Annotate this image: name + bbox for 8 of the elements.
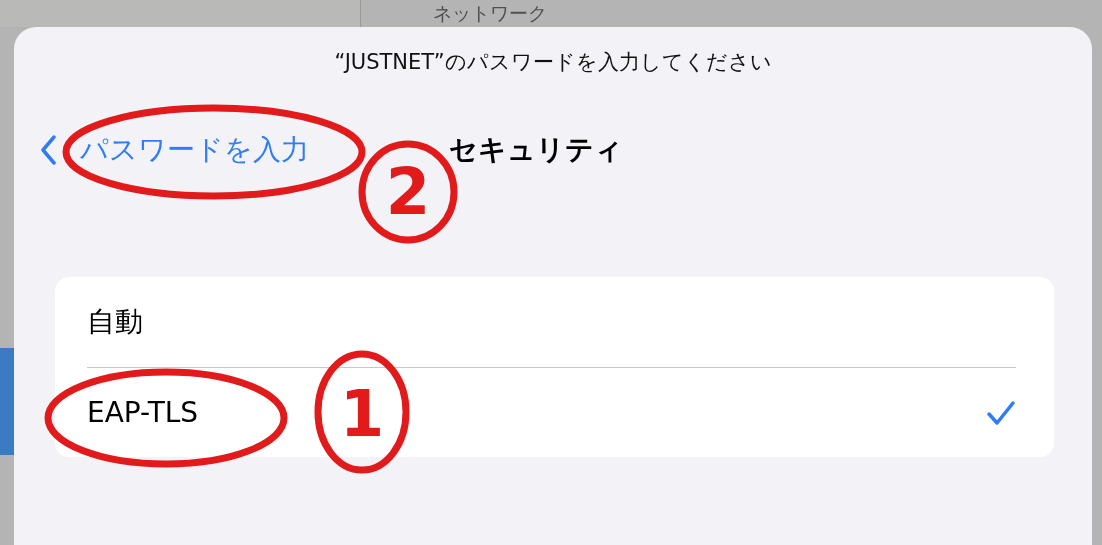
option-label[interactable]: EAP-TLS bbox=[87, 398, 199, 427]
option-label[interactable]: 自動 bbox=[87, 308, 143, 336]
back-chevron-icon bbox=[40, 135, 56, 165]
annotation-number: 1 bbox=[339, 377, 385, 451]
annotation-number: 2 bbox=[385, 155, 431, 229]
page-heading: セキュリティ bbox=[449, 136, 623, 164]
sheet-title: “JUSTNET”のパスワードを入力してください bbox=[334, 49, 772, 76]
header-title: ネットワーク bbox=[433, 4, 547, 23]
